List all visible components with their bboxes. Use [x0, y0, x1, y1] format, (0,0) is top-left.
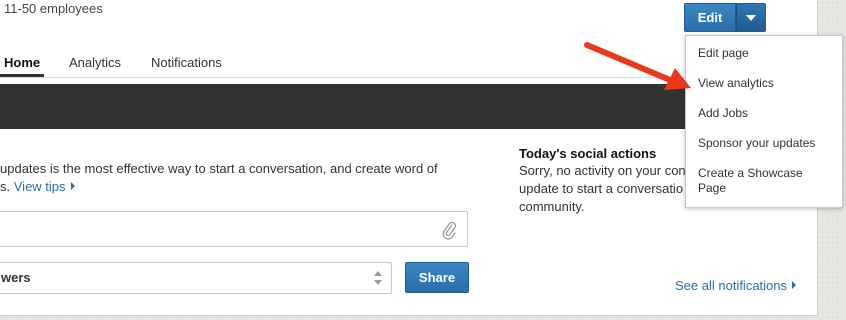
- menu-item-sponsor-updates[interactable]: Sponsor your updates: [698, 136, 838, 151]
- menu-item-view-analytics[interactable]: View analytics: [698, 76, 838, 91]
- chevron-right-icon: [70, 182, 75, 190]
- active-tab-indicator: [0, 74, 44, 77]
- audience-select[interactable]: wers: [0, 262, 392, 294]
- edit-dropdown-menu: Edit page View analytics Add Jobs Sponso…: [685, 35, 843, 208]
- share-intro-line-2: s. View tips: [0, 178, 470, 196]
- tab-notifications[interactable]: Notifications: [151, 55, 222, 70]
- edit-button[interactable]: Edit: [684, 3, 736, 32]
- see-all-notifications-link[interactable]: See all notifications: [675, 278, 797, 293]
- edit-button-group: Edit: [684, 3, 766, 32]
- tab-home[interactable]: Home: [4, 55, 40, 70]
- chevron-down-icon: [746, 15, 756, 21]
- menu-item-create-showcase-page[interactable]: Create a Showcase Page: [698, 166, 818, 196]
- view-tips-label: View tips: [13, 179, 66, 194]
- share-intro-text: updates is the most effective way to sta…: [0, 160, 470, 196]
- edit-dropdown-toggle[interactable]: [736, 3, 766, 32]
- chevron-right-icon: [792, 281, 797, 289]
- company-size: 11-50 employees: [4, 1, 103, 16]
- share-button[interactable]: Share: [405, 262, 469, 293]
- select-arrows-icon: [374, 271, 382, 285]
- view-tips-link[interactable]: View tips: [14, 179, 75, 194]
- social-actions-title: Today's social actions: [519, 146, 657, 161]
- tab-analytics[interactable]: Analytics: [69, 55, 121, 70]
- menu-item-edit-page[interactable]: Edit page: [698, 46, 838, 61]
- audience-select-value: wers: [1, 270, 31, 285]
- see-all-notifications-label: See all notifications: [675, 278, 788, 293]
- share-update-input[interactable]: [0, 211, 468, 247]
- share-intro-line-2-prefix: s.: [0, 179, 11, 194]
- menu-item-add-jobs[interactable]: Add Jobs: [698, 106, 838, 121]
- paperclip-icon[interactable]: [441, 220, 457, 240]
- share-intro-line-1: updates is the most effective way to sta…: [0, 161, 438, 176]
